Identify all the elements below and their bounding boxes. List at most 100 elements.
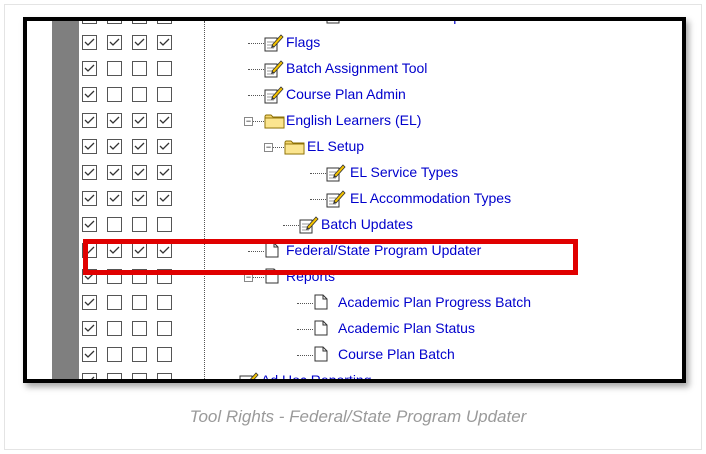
permission-checkbox[interactable] (82, 61, 97, 76)
permission-checkbox[interactable] (157, 21, 172, 24)
permission-checkbox[interactable] (82, 113, 97, 128)
collapse-toggle[interactable]: − (244, 117, 253, 126)
tree-node-label[interactable]: Batch Assignment Tool (286, 60, 427, 77)
permission-checkbox[interactable] (132, 139, 147, 154)
tree-node-label[interactable]: English Learners (EL) (286, 112, 421, 129)
permission-checkbox[interactable] (132, 191, 147, 206)
permission-checkbox[interactable] (157, 35, 172, 50)
tree-row: Course Plan Admin (27, 82, 682, 108)
permission-checkbox[interactable] (157, 191, 172, 206)
permission-checkbox[interactable] (107, 165, 122, 180)
permission-checkbox[interactable] (82, 165, 97, 180)
permission-checkbox[interactable] (157, 217, 172, 232)
tree-row: − English Learners (EL) (27, 108, 682, 134)
page-icon (325, 21, 341, 29)
permission-checkbox[interactable] (157, 87, 172, 102)
tree-node-label[interactable]: EL Accommodation Types (350, 190, 511, 207)
permission-checkbox[interactable] (82, 191, 97, 206)
edit-icon (264, 60, 284, 83)
permission-checkbox[interactable] (132, 35, 147, 50)
permission-checkbox[interactable] (107, 113, 122, 128)
tree-connector (248, 43, 264, 44)
permission-checkbox[interactable] (132, 295, 147, 310)
tree-node-label[interactable]: Flags (286, 34, 320, 51)
permission-checkbox[interactable] (82, 35, 97, 50)
tree-connector (248, 69, 264, 70)
collapse-toggle[interactable]: − (264, 143, 273, 152)
permission-checkbox[interactable] (157, 373, 172, 379)
tree-connector (283, 225, 299, 226)
tree-row: Batch Updates (27, 212, 682, 238)
permission-checkbox[interactable] (107, 35, 122, 50)
permission-checkbox[interactable] (132, 165, 147, 180)
permission-checkbox[interactable] (82, 295, 97, 310)
tree-row: Course Plan Batch (27, 342, 682, 368)
permission-checkbox[interactable] (157, 61, 172, 76)
permission-checkbox[interactable] (132, 373, 147, 379)
tree-row: Flags (27, 30, 682, 56)
tool-rights-screenshot: Print Session Report Flags Batch Assignmen… (23, 17, 686, 383)
permission-checkbox[interactable] (157, 139, 172, 154)
tree-row: Print Session Report (27, 17, 682, 30)
tree-node-label[interactable]: Academic Plan Progress Batch (338, 294, 531, 311)
permission-checkbox[interactable] (132, 321, 147, 336)
permission-checkbox[interactable] (107, 373, 122, 379)
permission-checkbox[interactable] (82, 217, 97, 232)
tree-connector (223, 381, 239, 382)
edit-icon (264, 86, 284, 109)
permission-checkbox[interactable] (107, 21, 122, 24)
tree-node-label[interactable]: Batch Updates (321, 216, 413, 233)
highlight-box (83, 239, 578, 275)
permission-checkbox[interactable] (82, 21, 97, 24)
tree-node-label[interactable]: Course Plan Batch (338, 346, 455, 363)
tree-node-label[interactable]: EL Service Types (350, 164, 458, 181)
tree-connector (310, 173, 326, 174)
permission-checkbox[interactable] (132, 87, 147, 102)
permission-checkbox[interactable] (157, 113, 172, 128)
permission-checkbox[interactable] (132, 113, 147, 128)
page-icon (313, 320, 329, 341)
tree-node-label[interactable]: Print Session Report (349, 21, 477, 25)
tree-row: − EL Setup (27, 134, 682, 160)
page-icon (313, 346, 329, 367)
tree-row: Ad Hoc Reporting (27, 368, 682, 382)
tree-node-label[interactable]: Ad Hoc Reporting (261, 372, 372, 379)
permission-checkbox[interactable] (107, 61, 122, 76)
permission-checkbox[interactable] (82, 321, 97, 336)
tree-connector (297, 329, 313, 330)
permission-checkbox[interactable] (82, 139, 97, 154)
permission-checkbox[interactable] (132, 217, 147, 232)
permission-checkbox[interactable] (107, 347, 122, 362)
tree-connector (297, 355, 313, 356)
permission-checkbox[interactable] (107, 191, 122, 206)
tree-connector (297, 303, 313, 304)
permission-checkbox[interactable] (157, 165, 172, 180)
permission-checkbox[interactable] (107, 321, 122, 336)
tree-connector (248, 95, 264, 96)
folder-icon (264, 112, 286, 135)
tree-connector (310, 199, 326, 200)
page-icon (313, 294, 329, 315)
permission-checkbox[interactable] (107, 139, 122, 154)
tree-row: Batch Assignment Tool (27, 56, 682, 82)
permission-checkbox[interactable] (107, 295, 122, 310)
tree-connector (309, 17, 325, 18)
tree-node-label[interactable]: Course Plan Admin (286, 86, 406, 103)
permission-checkbox[interactable] (82, 87, 97, 102)
permission-checkbox[interactable] (132, 347, 147, 362)
permission-checkbox[interactable] (107, 87, 122, 102)
figure-caption: Tool Rights - Federal/State Program Upda… (189, 407, 527, 426)
permission-checkbox[interactable] (132, 21, 147, 24)
tree-node-label[interactable]: EL Setup (307, 138, 364, 155)
folder-icon (284, 138, 306, 161)
permission-checkbox[interactable] (82, 347, 97, 362)
permission-checkbox[interactable] (157, 347, 172, 362)
permission-checkbox[interactable] (107, 217, 122, 232)
tree-node-label[interactable]: Academic Plan Status (338, 320, 475, 337)
edit-icon (264, 34, 284, 57)
tree-row: Academic Plan Progress Batch (27, 290, 682, 316)
permission-checkbox[interactable] (132, 61, 147, 76)
permission-checkbox[interactable] (157, 295, 172, 310)
permission-checkbox[interactable] (157, 321, 172, 336)
permission-checkbox[interactable] (82, 373, 97, 379)
